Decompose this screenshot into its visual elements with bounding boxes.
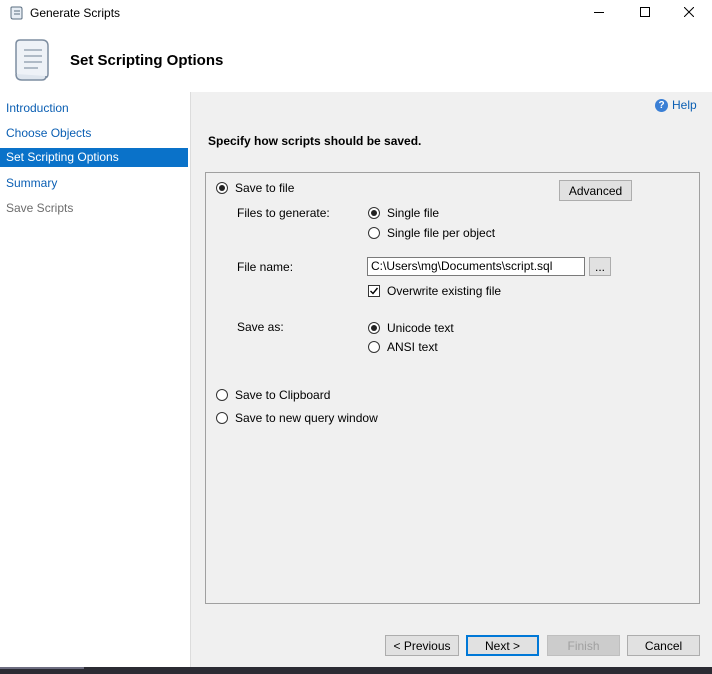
help-icon: ? [655, 98, 668, 112]
nav-item-save-scripts: Save Scripts [6, 201, 74, 215]
overwrite-label[interactable]: Overwrite existing file [387, 284, 501, 298]
radio-selected-dot [371, 210, 377, 216]
close-icon [683, 6, 695, 20]
previous-button[interactable]: < Previous [385, 635, 459, 656]
nav-item-summary[interactable]: Summary [0, 174, 188, 193]
title-bar: Generate Scripts [0, 0, 712, 26]
script-scroll-icon [8, 5, 24, 21]
save-to-file-radio[interactable] [216, 182, 228, 194]
ansi-text-radio[interactable] [368, 341, 380, 353]
save-as-label: Save as: [237, 320, 284, 334]
save-to-clipboard-label[interactable]: Save to Clipboard [235, 388, 330, 402]
nav-item-introduction[interactable]: Introduction [0, 99, 188, 118]
browse-button[interactable]: ... [589, 257, 611, 276]
cancel-button[interactable]: Cancel [627, 635, 700, 656]
section-title: Specify how scripts should be saved. [208, 134, 422, 148]
advanced-button[interactable]: Advanced [559, 180, 632, 201]
checkmark-icon [370, 287, 379, 295]
single-file-radio[interactable] [368, 207, 380, 219]
taskbar-indicator [0, 667, 84, 669]
help-link[interactable]: ? Help [655, 97, 697, 113]
maximize-button[interactable] [622, 0, 668, 26]
nav-item-set-scripting-options[interactable]: Set Scripting Options [0, 148, 188, 167]
output-options-box: Save to file Advanced Files to generate:… [205, 172, 700, 604]
single-file-per-object-radio[interactable] [368, 227, 380, 239]
taskbar-strip [0, 667, 712, 674]
wizard-header: Set Scripting Options [0, 26, 712, 92]
overwrite-checkbox[interactable] [368, 285, 380, 297]
close-button[interactable] [666, 0, 712, 26]
radio-selected-dot [219, 185, 225, 191]
minimize-button[interactable] [576, 0, 622, 26]
files-to-generate-label: Files to generate: [237, 206, 330, 220]
single-file-label[interactable]: Single file [387, 206, 439, 220]
single-file-per-object-label[interactable]: Single file per object [387, 226, 495, 240]
unicode-text-label[interactable]: Unicode text [387, 321, 454, 335]
main-panel: ? Help Specify how scripts should be sav… [191, 92, 712, 667]
finish-button: Finish [547, 635, 620, 656]
page-title: Set Scripting Options [70, 52, 224, 69]
script-scroll-icon [10, 36, 54, 84]
save-to-clipboard-radio[interactable] [216, 389, 228, 401]
unicode-text-radio[interactable] [368, 322, 380, 334]
next-button[interactable]: Next > [466, 635, 539, 656]
wizard-nav: Introduction Choose Objects Set Scriptin… [0, 92, 191, 667]
file-name-input[interactable]: C:\Users\mg\Documents\script.sql [367, 257, 585, 276]
radio-selected-dot [371, 325, 377, 331]
minimize-icon [594, 6, 604, 20]
help-label: Help [672, 98, 697, 112]
nav-item-choose-objects[interactable]: Choose Objects [0, 124, 188, 143]
save-to-query-window-label[interactable]: Save to new query window [235, 411, 378, 425]
ansi-text-label[interactable]: ANSI text [387, 340, 438, 354]
maximize-icon [640, 6, 650, 20]
save-to-file-label[interactable]: Save to file [235, 181, 294, 195]
window-title: Generate Scripts [30, 6, 121, 20]
save-to-query-window-radio[interactable] [216, 412, 228, 424]
file-name-label: File name: [237, 260, 294, 274]
